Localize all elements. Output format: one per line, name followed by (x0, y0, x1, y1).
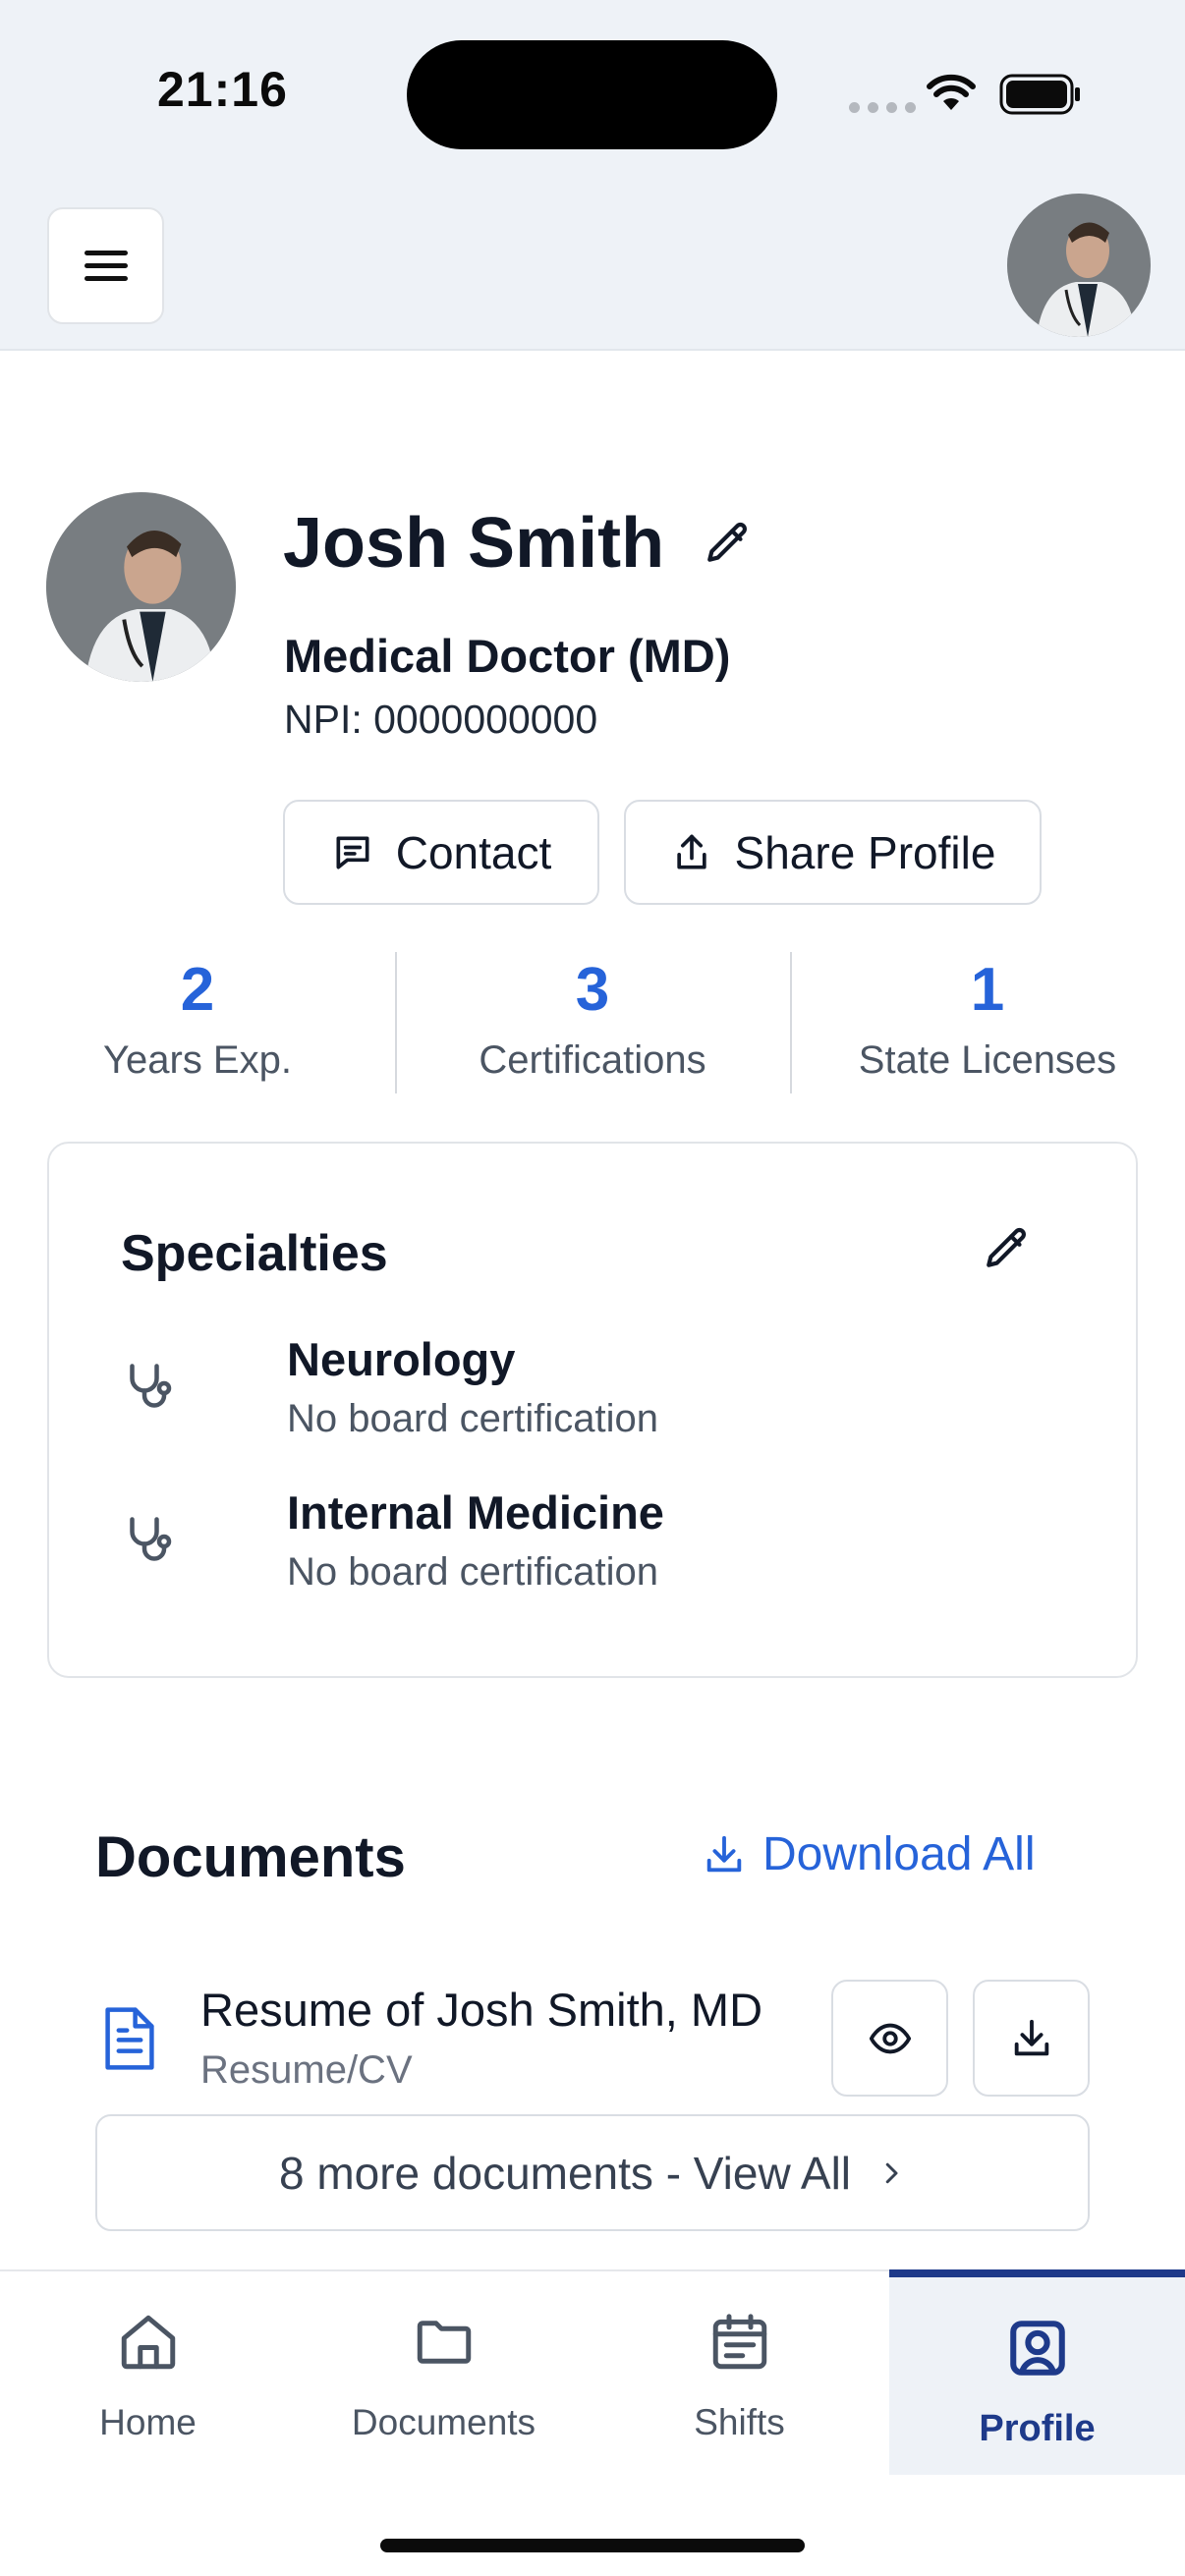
specialty-note: No board certification (287, 1550, 658, 1594)
calendar-icon (712, 2314, 766, 2370)
stat-years-exp: 2 Years Exp. (0, 950, 395, 1093)
stat-label: Certifications (479, 1038, 706, 1082)
stat-certifications: 3 Certifications (395, 950, 790, 1093)
status-time: 21:16 (157, 62, 288, 117)
stethoscope-icon (130, 1364, 172, 1408)
stat-label: Years Exp. (103, 1038, 292, 1082)
nav-label: Shifts (694, 2402, 785, 2442)
message-icon (336, 836, 369, 868)
nav-label: Profile (979, 2408, 1096, 2449)
stat-value: 1 (970, 956, 1005, 1024)
chevron-right-icon (885, 2162, 898, 2183)
share-profile-button[interactable]: Share Profile (624, 800, 1042, 905)
folder-icon (417, 2321, 471, 2364)
signal-icon (849, 102, 916, 113)
download-document-button[interactable] (973, 1980, 1090, 2097)
profile-icon (1009, 2321, 1065, 2376)
nav-item-shifts[interactable]: Shifts (592, 2271, 887, 2477)
battery-icon (999, 74, 1080, 115)
profile-role: Medical Doctor (MD) (284, 630, 731, 682)
nav-item-home[interactable]: Home (0, 2271, 296, 2477)
specialties-card: Specialties Neurology No board certifica… (47, 1142, 1138, 1678)
stat-state-licenses: 1 State Licenses (790, 950, 1185, 1093)
specialty-name: Neurology (287, 1333, 516, 1385)
header-avatar[interactable] (1007, 194, 1151, 337)
specialties-title: Specialties (121, 1225, 388, 1282)
profile-avatar (46, 492, 236, 682)
view-document-button[interactable] (831, 1980, 948, 2097)
edit-name-icon[interactable] (704, 519, 753, 568)
stat-value: 3 (575, 956, 610, 1024)
edit-specialties-icon[interactable] (983, 1224, 1032, 1273)
file-icon (105, 2007, 154, 2070)
bottom-nav: Home Documents Shifts Profile (0, 2269, 1185, 2576)
share-icon (676, 834, 706, 868)
nav-label: Home (99, 2402, 197, 2442)
document-type: Resume/CV (200, 2048, 413, 2092)
dynamic-island (407, 40, 777, 149)
eye-icon (869, 2023, 911, 2053)
download-all-link[interactable]: Download All (702, 1827, 1036, 1881)
contact-button[interactable]: Contact (283, 800, 599, 905)
specialty-note: No board certification (287, 1397, 658, 1440)
share-label: Share Profile (734, 826, 996, 878)
document-name: Resume of Josh Smith, MD (200, 1984, 763, 2036)
more-documents-label: 8 more documents - View All (278, 2147, 852, 2199)
profile-stats: 2 Years Exp. 3 Certifications 1 State Li… (0, 950, 1185, 1093)
hamburger-icon (84, 243, 128, 289)
stat-value: 2 (180, 956, 215, 1024)
specialty-name: Internal Medicine (287, 1486, 664, 1539)
home-indicator (380, 2539, 805, 2552)
stethoscope-icon (130, 1517, 172, 1561)
profile-name: Josh Smith (283, 504, 665, 583)
nav-item-profile[interactable]: Profile (889, 2269, 1185, 2475)
contact-label: Contact (395, 826, 552, 878)
home-icon (121, 2315, 175, 2370)
nav-label: Documents (351, 2402, 536, 2442)
nav-item-documents[interactable]: Documents (296, 2271, 592, 2477)
download-icon (706, 1835, 742, 1872)
download-all-label: Download All (762, 1828, 1036, 1880)
download-icon (1014, 2019, 1048, 2055)
documents-title: Documents (95, 1825, 406, 1889)
stat-label: State Licenses (858, 1038, 1117, 1082)
wifi-icon (927, 74, 976, 110)
view-all-documents-button[interactable]: 8 more documents - View All (95, 2114, 1090, 2231)
top-app-bar: 21:16 (0, 0, 1185, 351)
menu-button[interactable] (47, 207, 164, 324)
profile-npi: NPI: 0000000000 (284, 697, 598, 742)
